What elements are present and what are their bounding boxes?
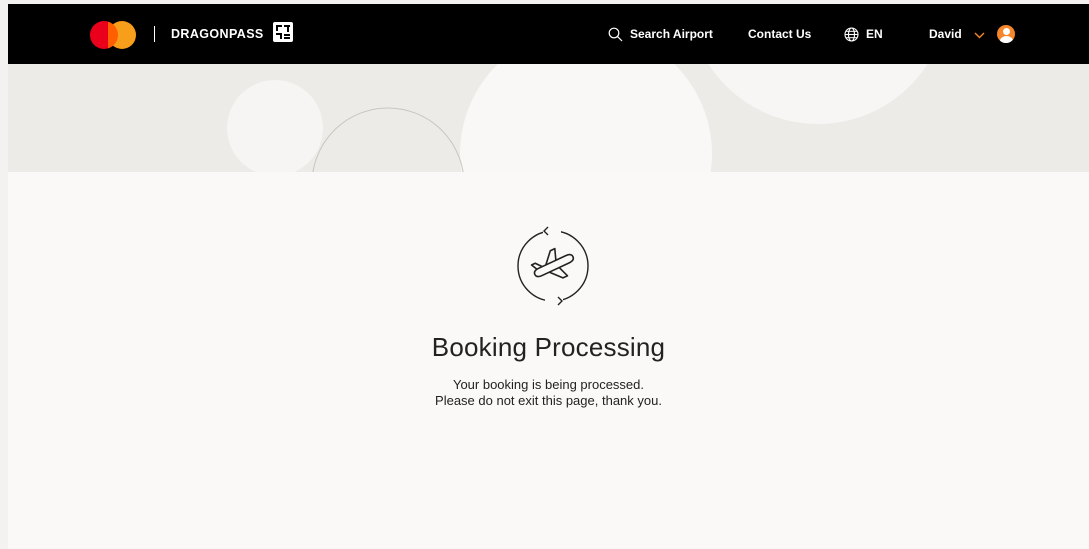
plane-refresh-icon (517, 226, 589, 306)
dragonpass-logo-text[interactable]: DRAGONPASS (171, 24, 264, 44)
user-name: David (929, 27, 962, 41)
language-label: EN (866, 27, 883, 41)
search-icon (608, 27, 623, 42)
status-message-line-1: Your booking is being processed. (452, 377, 645, 392)
chevron-down-icon (974, 32, 985, 39)
hero-banner (8, 64, 1089, 172)
decorative-circles (227, 64, 928, 172)
logo-divider (154, 26, 155, 42)
booking-status-section: Booking Processing Your booking is being… (8, 172, 1089, 549)
search-airport-label: Search Airport (630, 27, 713, 41)
globe-icon (844, 27, 859, 42)
browser-page: DRAGONPASS Search Airport Contact Us EN … (8, 4, 1089, 549)
contact-us-link[interactable]: Contact Us (748, 24, 811, 44)
dragonpass-logo-icon (273, 22, 293, 42)
page-title: Booking Processing (431, 332, 666, 362)
top-navigation-bar: DRAGONPASS Search Airport Contact Us EN … (8, 4, 1089, 64)
user-avatar-icon[interactable] (997, 25, 1015, 43)
status-message-line-2: Please do not exit this page, thank you. (435, 393, 662, 408)
mastercard-logo-icon[interactable] (90, 21, 138, 49)
